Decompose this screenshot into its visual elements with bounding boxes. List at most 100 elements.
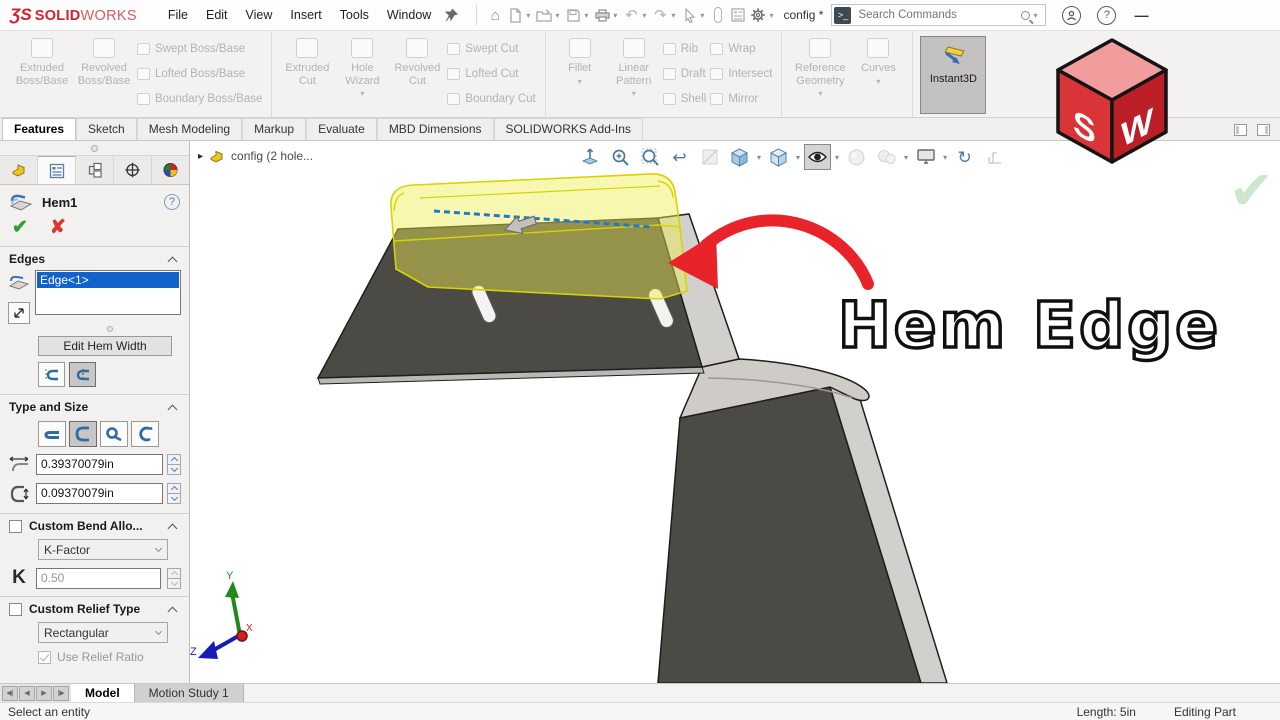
displaymanager-tab[interactable] <box>152 156 189 184</box>
custom-bend-header[interactable]: Custom Bend Allo... <box>0 514 189 537</box>
edges-section-header[interactable]: Edges <box>0 247 189 270</box>
linear-pattern-button[interactable]: Linear Pattern ▾ <box>607 36 661 98</box>
hide-show-items-button[interactable] <box>804 144 832 170</box>
bend-method-dropdown[interactable]: K-Factor <box>38 539 168 560</box>
collapse-pane-icon[interactable] <box>1234 124 1247 136</box>
revolved-boss-base-button[interactable]: Revolved Boss/Base <box>73 36 135 87</box>
menu-edit[interactable]: Edit <box>197 4 237 26</box>
spin-down-icon[interactable] <box>167 464 181 475</box>
mirror-button[interactable]: Mirror <box>710 88 772 110</box>
lofted-cut-button[interactable]: Lofted Cut <box>447 63 535 85</box>
search-commands-box[interactable]: >_ ▾ <box>831 4 1047 26</box>
magnet-toggle-icon[interactable] <box>708 5 728 25</box>
hole-wizard-caret[interactable]: ▾ <box>360 89 364 98</box>
hole-wizard-button[interactable]: Hole Wizard ▾ <box>335 36 389 98</box>
hem-length-input[interactable]: 0.39370079in <box>36 454 163 475</box>
menu-view[interactable]: View <box>237 4 282 26</box>
rib-button[interactable]: Rib <box>662 38 707 60</box>
relief-type-dropdown[interactable]: Rectangular <box>38 622 168 643</box>
select-dropdown-caret[interactable]: ▾ <box>700 11 704 20</box>
menu-window[interactable]: Window <box>378 4 440 26</box>
panel-splitter[interactable] <box>0 141 189 156</box>
open-document-icon[interactable] <box>534 5 554 25</box>
feature-help-icon[interactable]: ? <box>164 194 180 210</box>
view-settings-caret[interactable]: ▾ <box>943 153 947 162</box>
first-tab-button[interactable]: ◀| <box>2 685 18 701</box>
motion-study-tab[interactable]: Motion Study 1 <box>134 684 244 702</box>
3d-drawing-view-button[interactable] <box>981 144 1008 170</box>
selected-edge-item[interactable]: Edge<1> <box>37 272 179 288</box>
tab-features[interactable]: Features <box>2 118 77 140</box>
fillet-caret[interactable]: ▾ <box>578 77 582 86</box>
closed-hem-button[interactable] <box>38 421 66 447</box>
splitter-handle[interactable] <box>91 144 98 152</box>
configuration-manager-tab[interactable] <box>76 156 114 184</box>
last-tab-button[interactable]: |▶ <box>53 685 69 701</box>
edge-list-box[interactable]: Edge<1> <box>35 270 181 315</box>
draft-button[interactable]: Draft <box>662 63 707 85</box>
model-tab[interactable]: Model <box>71 684 135 702</box>
redo-icon[interactable]: ↷ <box>650 5 670 25</box>
fillet-button[interactable]: Fillet ▾ <box>553 36 607 86</box>
instant3d-button[interactable]: Instant3D <box>920 36 987 114</box>
rotate-view-button[interactable]: ↻ <box>951 144 978 170</box>
tab-mesh-modeling[interactable]: Mesh Modeling <box>136 118 243 140</box>
k-factor-input[interactable]: 0.50 <box>36 567 161 589</box>
hem-length-spinner[interactable] <box>167 454 181 475</box>
open-hem-button[interactable] <box>69 421 97 447</box>
custom-relief-header[interactable]: Custom Relief Type <box>0 597 189 620</box>
edit-hem-width-button[interactable]: Edit Hem Width <box>38 336 172 356</box>
apply-scene-caret[interactable]: ▾ <box>904 153 908 162</box>
hem-gap-input[interactable]: 0.09370079in <box>36 483 163 504</box>
propertymanager-tab[interactable] <box>38 156 76 184</box>
options-list-icon[interactable] <box>728 5 748 25</box>
new-document-icon[interactable] <box>505 5 525 25</box>
collapse-chevron-icon[interactable] <box>167 404 178 414</box>
custom-relief-checkbox[interactable] <box>9 602 22 616</box>
graphics-viewport[interactable]: ▸ config (2 hole... ↩ ▾ ▾ ▾ ▾ ▾ ↻ Y Z X … <box>190 141 1280 683</box>
cancel-button[interactable]: ✘ <box>50 218 66 237</box>
settings-gear-icon[interactable] <box>748 5 768 25</box>
save-icon[interactable] <box>563 5 583 25</box>
reference-geometry-button[interactable]: Reference Geometry ▾ <box>789 36 851 98</box>
confirmation-corner-check-icon[interactable]: ✔ <box>1229 159 1274 222</box>
feature-tree-expander-icon[interactable]: ▸ <box>198 151 203 162</box>
previous-tab-button[interactable]: ◀ <box>19 685 35 701</box>
collapse-chevron-icon[interactable] <box>167 256 178 266</box>
undo-dropdown-caret[interactable]: ▾ <box>642 11 646 20</box>
breadcrumb-label[interactable]: config (2 hole... <box>231 149 313 163</box>
minimize-button[interactable]: — <box>1134 7 1148 23</box>
ok-button[interactable]: ✔ <box>12 218 28 237</box>
hem-preview-highlight[interactable] <box>390 173 688 300</box>
sheet-metal-part[interactable]: Y Z X <box>190 141 1280 683</box>
swept-boss-base-button[interactable]: Swept Boss/Base <box>137 38 262 60</box>
breadcrumb[interactable]: ▸ config (2 hole... <box>198 149 313 163</box>
shell-button[interactable]: Shell <box>662 88 706 110</box>
account-icon[interactable] <box>1062 5 1082 25</box>
save-dropdown-caret[interactable]: ▾ <box>584 11 588 20</box>
use-relief-ratio-checkbox[interactable] <box>38 650 51 664</box>
display-style-caret[interactable]: ▾ <box>796 153 800 162</box>
reference-geometry-caret[interactable]: ▾ <box>818 89 822 98</box>
print-dropdown-caret[interactable]: ▾ <box>613 11 617 20</box>
wrap-button[interactable]: Wrap <box>710 38 772 60</box>
help-icon[interactable]: ? <box>1097 5 1117 25</box>
pin-menu-icon[interactable] <box>444 8 459 22</box>
collapse-chevron-icon[interactable] <box>167 523 178 533</box>
collapse-chevron-icon[interactable] <box>167 606 178 616</box>
spin-down-icon[interactable] <box>167 493 181 504</box>
tab-mbd-dimensions[interactable]: MBD Dimensions <box>376 118 494 140</box>
configuration-label[interactable]: config * <box>783 8 823 22</box>
bend-outside-toggle[interactable] <box>69 362 96 387</box>
list-resize-handle[interactable] <box>106 326 113 332</box>
zoom-to-area-button[interactable] <box>606 144 633 170</box>
material-inside-toggle[interactable] <box>38 362 65 387</box>
zoom-in-out-button[interactable] <box>636 144 663 170</box>
custom-bend-checkbox[interactable] <box>9 519 22 533</box>
display-style-button[interactable] <box>765 144 792 170</box>
tab-sketch[interactable]: Sketch <box>76 118 137 140</box>
spin-up-icon[interactable] <box>167 454 181 465</box>
edit-appearance-button[interactable] <box>843 144 870 170</box>
search-dropdown-caret[interactable]: ▾ <box>1033 11 1037 20</box>
extruded-cut-button[interactable]: Extruded Cut <box>279 36 335 87</box>
